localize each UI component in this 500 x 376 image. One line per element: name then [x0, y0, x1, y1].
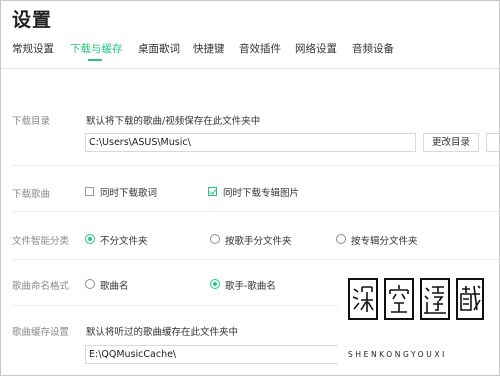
section-divider [12, 211, 499, 212]
cache-settings-label: 歌曲缓存设置 [12, 327, 70, 338]
by-album-folder-radio[interactable] [336, 234, 346, 244]
by-artist-folder-text: 按歌手分文件夹 [225, 236, 292, 247]
settings-window: 设置 常规设置 下载与缓存 桌面歌词 快捷键 音效插件 网络设置 音频设备 下载… [0, 0, 500, 376]
tab-audio-plugins[interactable]: 音效插件 [239, 41, 281, 56]
tab-hotkeys[interactable]: 快捷键 [193, 41, 225, 56]
watermark-glyph-4 [460, 285, 481, 311]
by-artist-folder-radio[interactable] [210, 234, 220, 244]
watermark-glyph-1 [352, 286, 374, 312]
watermark-tile [384, 278, 414, 320]
download-song-label: 下载歌曲 [12, 189, 51, 200]
open-directory-button[interactable] [486, 133, 499, 152]
watermark-tile [348, 278, 378, 320]
tab-general[interactable]: 常规设置 [12, 41, 54, 56]
download-dir-label: 下载目录 [12, 116, 51, 127]
download-album-art-checkbox[interactable] [208, 187, 217, 196]
naming-format-label: 歌曲命名格式 [12, 281, 70, 292]
section-divider [12, 165, 499, 166]
cache-description: 默认将听过的歌曲缓存在此文件夹中 [86, 327, 239, 338]
tab-audio-device[interactable]: 音频设备 [352, 41, 394, 56]
smart-classify-label: 文件智能分类 [12, 236, 70, 247]
watermark-logo: SHENKONGYOUXI [338, 265, 499, 375]
artist-song-name-radio[interactable] [210, 279, 220, 289]
watermark-glyph-2 [389, 285, 409, 313]
download-lyrics-checkbox[interactable] [85, 187, 94, 196]
download-album-art-text: 同时下载专辑图片 [223, 188, 300, 199]
no-folder-text: 不分文件夹 [100, 236, 148, 247]
watermark-tile [456, 278, 484, 320]
active-tab-indicator [88, 59, 102, 61]
download-dir-description: 默认将下载的歌曲/视频保存在此文件夹中 [86, 116, 261, 127]
window-title: 设置 [12, 9, 53, 31]
watermark-glyph-3 [424, 286, 446, 314]
section-divider [12, 259, 499, 260]
download-dir-path-field[interactable]: C:\Users\ASUS\Music\ [85, 133, 416, 152]
watermark-letters: SHENKONGYOUXI [348, 350, 447, 359]
tab-desktop-lyrics[interactable]: 桌面歌词 [138, 41, 180, 56]
by-album-folder-text: 按专辑分文件夹 [351, 236, 418, 247]
artist-song-name-text: 歌手-歌曲名 [225, 281, 276, 292]
no-folder-radio[interactable] [85, 234, 95, 244]
tab-network[interactable]: 网络设置 [295, 41, 337, 56]
download-lyrics-text: 同时下载歌词 [100, 188, 158, 199]
song-name-radio[interactable] [85, 279, 95, 289]
watermark-tile [420, 278, 450, 320]
song-name-text: 歌曲名 [100, 281, 129, 292]
tab-download-cache[interactable]: 下载与缓存 [70, 41, 123, 56]
change-directory-button[interactable]: 更改目录 [423, 133, 479, 152]
